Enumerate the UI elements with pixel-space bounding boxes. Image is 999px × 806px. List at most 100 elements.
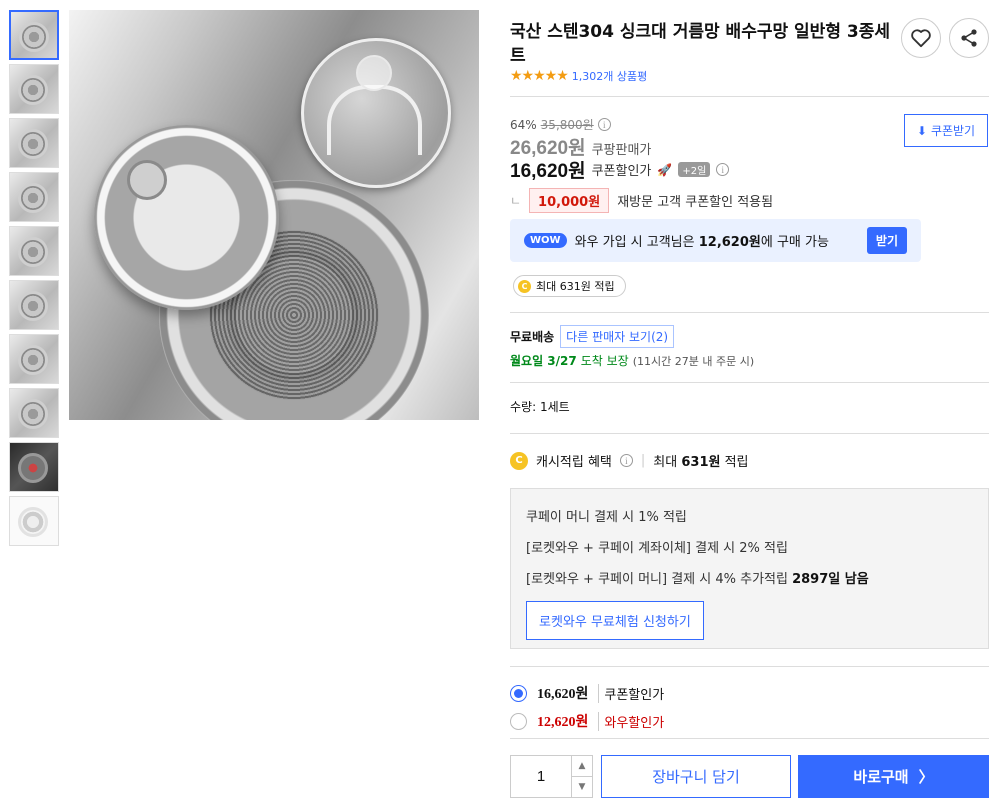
cash-benefit-max-prefix: 최대 xyxy=(653,455,682,470)
like-button[interactable] xyxy=(901,18,941,58)
plus-days-badge: +2일 xyxy=(678,162,711,177)
info-icon[interactable]: i xyxy=(619,454,633,467)
divider xyxy=(510,382,989,383)
info-icon[interactable]: i xyxy=(597,118,611,131)
option-label: 와우할인가 xyxy=(598,711,664,731)
share-button[interactable] xyxy=(949,18,989,58)
arrival-suffix: 도착 보장 xyxy=(580,354,629,368)
cash-benefit-max: 최대 631원 적립 xyxy=(653,451,748,470)
option-label: 쿠폰할인가 xyxy=(598,683,664,703)
product-title: 국산 스텐304 싱크대 거름망 배수구망 일반형 3종세트 xyxy=(510,22,890,66)
shipping-row: 무료배송 다른 판매자 보기(2) xyxy=(510,325,675,348)
cash-reward-row-3: [로켓와우 + 쿠페이 머니] 결제 시 4% 추가적립 2897일 남음 xyxy=(526,568,973,599)
increase-button[interactable]: ▲ xyxy=(572,756,592,776)
suction-cup-image xyxy=(356,55,392,91)
thumbnail-6[interactable] xyxy=(9,280,59,330)
heart-icon xyxy=(911,29,931,48)
corner-icon: ㄴ xyxy=(510,194,522,208)
quantity-info: 수량: 1세트 xyxy=(510,398,570,415)
arrival-day: 월요일 3/27 xyxy=(510,354,577,368)
rocket-icon: 🚀 xyxy=(657,162,673,177)
divider xyxy=(510,433,989,434)
cash-benefit-max-value: 631원 xyxy=(681,455,721,470)
holder-hook-image xyxy=(327,85,422,155)
wow-price: 12,620원 xyxy=(698,235,761,250)
thumbnail-image xyxy=(18,399,48,429)
quantity-input[interactable]: 1 xyxy=(511,756,571,797)
lid-handle-image xyxy=(127,160,167,200)
wow-get-button[interactable]: 받기 xyxy=(866,227,907,254)
cash-reward-row-2: [로켓와우 + 쿠페이 계좌이체] 결제 시 2% 적립 xyxy=(526,541,788,556)
thumbnail-image xyxy=(18,237,48,267)
download-icon: ⬇ xyxy=(916,123,927,138)
cash-coin-icon: C xyxy=(518,279,531,293)
option-price: 12,620원 xyxy=(537,715,589,730)
divider xyxy=(510,738,989,739)
strainer-lid-image xyxy=(94,125,279,310)
wow-promo-box: WOW 와우 가입 시 고객님은 12,620원에 구매 가능 받기 xyxy=(510,219,921,262)
buy-now-button[interactable]: 바로구매 〉 xyxy=(798,755,989,798)
thumbnail-image xyxy=(19,22,49,52)
thumbnail-image xyxy=(18,129,48,159)
wow-badge: WOW xyxy=(524,233,567,248)
quantity-label: 수량: xyxy=(510,400,537,414)
thumbnail-7[interactable] xyxy=(9,334,59,384)
thumbnail-image xyxy=(18,453,48,483)
thumbnail-5[interactable] xyxy=(9,226,59,276)
thumbnail-list xyxy=(9,10,59,550)
revisit-coupon-text: 재방문 고객 쿠폰할인 적용됨 xyxy=(617,195,774,210)
radio-button-selected[interactable] xyxy=(510,684,527,702)
thumbnail-4[interactable] xyxy=(9,172,59,222)
separator: | xyxy=(640,453,646,468)
thumbnail-image xyxy=(18,183,48,213)
decrease-button[interactable]: ▼ xyxy=(572,776,592,797)
review-count-link[interactable]: 1,302개 상품평 xyxy=(572,68,647,84)
radio-button[interactable] xyxy=(510,712,527,730)
price-option-wow[interactable]: 12,620원 와우할인가 xyxy=(510,711,664,731)
option-price: 16,620원 xyxy=(537,687,589,702)
wow-text-after: 에 구매 가능 xyxy=(760,235,829,250)
add-to-cart-button[interactable]: 장바구니 담기 xyxy=(601,755,791,798)
thumbnail-1[interactable] xyxy=(9,10,59,60)
cash-benefit-label: 캐시적립 혜택 xyxy=(536,455,612,470)
divider xyxy=(510,666,989,667)
divider xyxy=(510,312,989,313)
arrival-guarantee: 월요일 3/27 도착 보장 (11시간 27분 내 주문 시) xyxy=(510,352,754,369)
original-price-row: 64% 35,800원 i xyxy=(510,116,611,133)
discount-rate: 64% xyxy=(510,117,537,132)
price-option-coupon[interactable]: 16,620원 쿠폰할인가 xyxy=(510,683,664,703)
cash-reward-pill: C 최대 631원 적립 xyxy=(513,275,626,297)
thumbnail-10[interactable] xyxy=(9,496,59,546)
wow-promo-text: 와우 가입 시 고객님은 12,620원에 구매 가능 xyxy=(575,231,829,250)
thumbnail-8[interactable] xyxy=(9,388,59,438)
info-icon[interactable]: i xyxy=(716,163,730,176)
rocket-wow-trial-button[interactable]: 로켓와우 무료체험 신청하기 xyxy=(526,601,704,640)
thumbnail-image xyxy=(18,345,48,375)
cash-coin-icon: C xyxy=(510,451,528,470)
other-seller-button[interactable]: 다른 판매자 보기(2) xyxy=(560,325,675,348)
main-product-image xyxy=(69,10,479,420)
thumbnail-9[interactable] xyxy=(9,442,59,492)
share-icon xyxy=(961,29,977,47)
cash-benefit-row: C 캐시적립 혜택 i | 최대 631원 적립 xyxy=(510,451,749,470)
chevron-right-icon: 〉 xyxy=(918,768,934,786)
cash-benefit-max-suffix: 적립 xyxy=(720,455,749,470)
stepper-buttons: ▲ ▼ xyxy=(571,756,592,797)
days-remaining: 2897일 남음 xyxy=(792,572,869,587)
coupon-download-button[interactable]: ⬇ 쿠폰받기 xyxy=(904,114,988,147)
coupon-price-label: 쿠폰할인가 xyxy=(591,164,652,179)
revisit-coupon-amount: 10,000원 xyxy=(529,188,610,213)
cash-reward-row-1: 쿠페이 머니 결제 시 1% 적립 xyxy=(526,510,687,525)
thumbnail-2[interactable] xyxy=(9,64,59,114)
star-rating-icon: ★★★★★ xyxy=(510,68,569,84)
thumbnail-3[interactable] xyxy=(9,118,59,168)
original-price: 35,800원 xyxy=(540,118,594,132)
rating: ★★★★★ 1,302개 상품평 xyxy=(510,68,647,84)
divider xyxy=(510,96,989,97)
cash-reward-text: 최대 631원 적립 xyxy=(536,280,615,293)
cash-reward-row-3-text: [로켓와우 + 쿠페이 머니] 결제 시 4% 추가적립 xyxy=(526,572,793,587)
cash-reward-details: 쿠페이 머니 결제 시 1% 적립 [로켓와우 + 쿠페이 계좌이체] 결제 시… xyxy=(510,488,989,649)
coupon-price-row: 16,620원 쿠폰할인가 🚀 +2일 i xyxy=(510,156,730,183)
coupon-button-label: 쿠폰받기 xyxy=(930,124,976,138)
thumbnail-image xyxy=(18,507,48,537)
